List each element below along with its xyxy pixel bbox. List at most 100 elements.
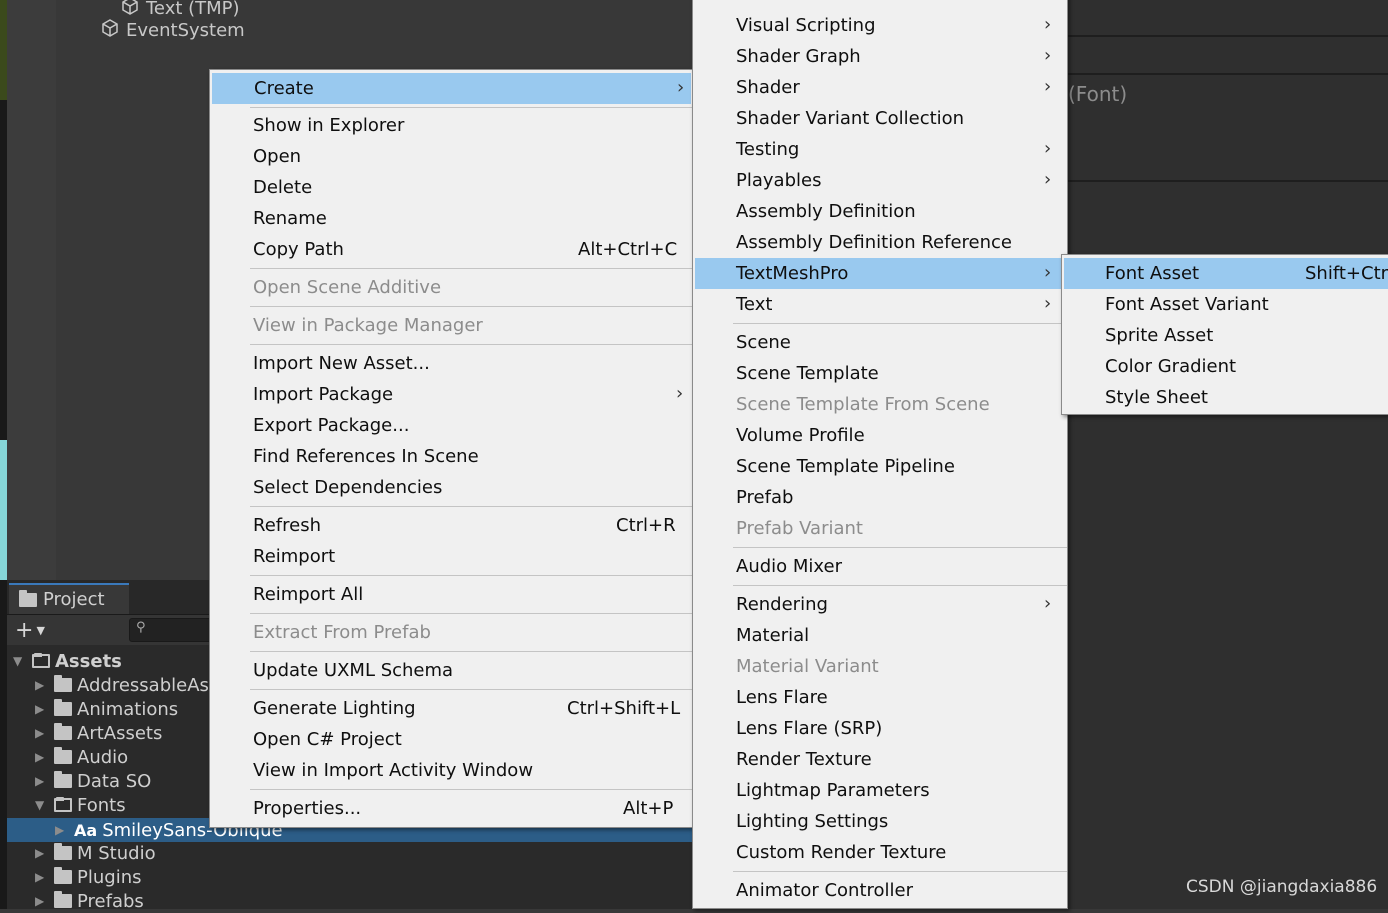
tab-label: Project bbox=[43, 589, 105, 610]
chevron-right-icon: › bbox=[1044, 293, 1052, 314]
menu-item-scene-template[interactable]: Scene Template bbox=[693, 358, 1067, 389]
menu-item-create[interactable]: Create › bbox=[212, 73, 691, 104]
hierarchy-item[interactable]: EventSystem bbox=[100, 18, 245, 43]
menu-item-label: Visual Scripting bbox=[736, 15, 876, 36]
menu-item-shader-variant-collection[interactable]: Shader Variant Collection bbox=[693, 103, 1067, 134]
expand-arrow-icon[interactable]: ▶ bbox=[55, 823, 69, 837]
tree-item[interactable]: ▶ Plugins bbox=[35, 865, 141, 889]
menu-item-label: Animator Controller bbox=[736, 880, 914, 901]
menu-item-rendering[interactable]: Rendering › bbox=[693, 589, 1067, 620]
menu-item-volume-profile[interactable]: Volume Profile bbox=[693, 420, 1067, 451]
add-asset-button[interactable]: + ▼ bbox=[15, 617, 55, 643]
menu-item-style-sheet[interactable]: Style Sheet bbox=[1062, 382, 1388, 413]
inspector-divider bbox=[1067, 73, 1388, 75]
menu-item-view-import-activity[interactable]: View in Import Activity Window bbox=[210, 755, 692, 786]
menu-item-font-asset-variant[interactable]: Font Asset Variant bbox=[1062, 289, 1388, 320]
menu-item-lens-flare-srp[interactable]: Lens Flare (SRP) bbox=[693, 713, 1067, 744]
menu-item-playables[interactable]: Playables › bbox=[693, 165, 1067, 196]
menu-item-rename[interactable]: Rename bbox=[210, 203, 692, 234]
tree-item[interactable]: ▶ Animations bbox=[35, 697, 178, 721]
menu-item-label: Material Variant bbox=[736, 656, 879, 677]
menu-item-shortcut: Alt+P bbox=[623, 798, 674, 819]
expand-arrow-icon[interactable]: ▶ bbox=[35, 726, 49, 740]
hierarchy-item-label: Text (TMP) bbox=[146, 0, 240, 19]
menu-separator bbox=[250, 344, 692, 345]
menu-item-prefab[interactable]: Prefab bbox=[693, 482, 1067, 513]
menu-item-assembly-definition-reference[interactable]: Assembly Definition Reference bbox=[693, 227, 1067, 258]
menu-item-label: Open bbox=[253, 146, 302, 167]
menu-item-label: Lighting Settings bbox=[736, 811, 889, 832]
menu-item-lightmap-parameters[interactable]: Lightmap Parameters bbox=[693, 775, 1067, 806]
menu-item-assembly-definition[interactable]: Assembly Definition bbox=[693, 196, 1067, 227]
menu-item-sprite-asset[interactable]: Sprite Asset bbox=[1062, 320, 1388, 351]
tab-project[interactable]: Project bbox=[9, 583, 129, 614]
menu-item-text[interactable]: Text › bbox=[693, 289, 1067, 320]
expand-arrow-icon[interactable]: ▶ bbox=[35, 750, 49, 764]
menu-separator bbox=[250, 613, 692, 614]
menu-separator bbox=[250, 575, 692, 576]
tree-item[interactable]: ▶ M Studio bbox=[35, 841, 156, 865]
menu-item-copy-path[interactable]: Copy Path Alt+Ctrl+C bbox=[210, 234, 692, 265]
menu-item-label: Render Texture bbox=[736, 749, 872, 770]
menu-item-scene[interactable]: Scene bbox=[693, 327, 1067, 358]
menu-item-color-gradient[interactable]: Color Gradient bbox=[1062, 351, 1388, 382]
plus-icon: + bbox=[15, 617, 34, 643]
menu-item-update-uxml[interactable]: Update UXML Schema bbox=[210, 655, 692, 686]
expand-arrow-icon[interactable]: ▶ bbox=[35, 846, 49, 860]
menu-item-shader-graph[interactable]: Shader Graph › bbox=[693, 41, 1067, 72]
menu-item-label: Copy Path bbox=[253, 239, 344, 260]
menu-item-reimport-all[interactable]: Reimport All bbox=[210, 579, 692, 610]
tree-item[interactable]: ▶ AddressableAs bbox=[35, 673, 209, 697]
menu-item-open-scene-additive: Open Scene Additive bbox=[210, 272, 692, 303]
menu-item-reimport[interactable]: Reimport bbox=[210, 541, 692, 572]
expand-arrow-icon[interactable]: ▶ bbox=[35, 678, 49, 692]
expand-arrow-icon[interactable]: ▶ bbox=[35, 894, 49, 908]
menu-item-select-dependencies[interactable]: Select Dependencies bbox=[210, 472, 692, 503]
menu-item-audio-mixer[interactable]: Audio Mixer bbox=[693, 551, 1067, 582]
tree-item[interactable]: ▶ Data SO bbox=[35, 769, 151, 793]
menu-item-testing[interactable]: Testing › bbox=[693, 134, 1067, 165]
expand-arrow-icon[interactable]: ▶ bbox=[35, 702, 49, 716]
tree-item[interactable]: ▶ Audio bbox=[35, 745, 128, 769]
menu-item-label: Open C# Project bbox=[253, 729, 402, 750]
menu-item-scene-template-pipeline[interactable]: Scene Template Pipeline bbox=[693, 451, 1067, 482]
expand-arrow-icon[interactable]: ▼ bbox=[35, 798, 49, 812]
tree-item[interactable]: ▶ Prefabs bbox=[35, 889, 144, 913]
menu-item-animator-controller[interactable]: Animator Controller bbox=[693, 875, 1067, 906]
folder-open-icon bbox=[32, 653, 50, 668]
menu-item-visual-scripting[interactable]: Visual Scripting › bbox=[693, 10, 1067, 41]
menu-item-delete[interactable]: Delete bbox=[210, 172, 692, 203]
menu-item-label: View in Import Activity Window bbox=[253, 760, 534, 781]
menu-item-lighting-settings[interactable]: Lighting Settings bbox=[693, 806, 1067, 837]
menu-item-generate-lighting[interactable]: Generate Lighting Ctrl+Shift+L bbox=[210, 693, 692, 724]
menu-item-open[interactable]: Open bbox=[210, 141, 692, 172]
menu-item-export-package[interactable]: Export Package... bbox=[210, 410, 692, 441]
expand-arrow-icon[interactable]: ▶ bbox=[35, 774, 49, 788]
tree-item-fonts[interactable]: ▼ Fonts bbox=[35, 793, 126, 817]
menu-item-import-new-asset[interactable]: Import New Asset... bbox=[210, 348, 692, 379]
chevron-right-icon: › bbox=[1044, 262, 1052, 283]
menu-item-refresh[interactable]: Refresh Ctrl+R bbox=[210, 510, 692, 541]
menu-item-material[interactable]: Material bbox=[693, 620, 1067, 651]
menu-item-import-package[interactable]: Import Package › bbox=[210, 379, 692, 410]
menu-item-find-references[interactable]: Find References In Scene bbox=[210, 441, 692, 472]
menu-item-shader[interactable]: Shader › bbox=[693, 72, 1067, 103]
menu-item-label: Find References In Scene bbox=[253, 446, 479, 467]
tree-item[interactable]: ▶ ArtAssets bbox=[35, 721, 162, 745]
menu-item-show-in-explorer[interactable]: Show in Explorer bbox=[210, 110, 692, 141]
menu-item-properties[interactable]: Properties... Alt+P bbox=[210, 793, 692, 824]
menu-item-custom-render-texture[interactable]: Custom Render Texture bbox=[693, 837, 1067, 868]
menu-item-scene-template-from-scene: Scene Template From Scene bbox=[693, 389, 1067, 420]
tree-item-label: ArtAssets bbox=[77, 722, 163, 744]
menu-item-font-asset[interactable]: Font Asset Shift+Ctrl bbox=[1064, 258, 1388, 289]
expand-arrow-icon[interactable]: ▼ bbox=[13, 654, 27, 668]
tree-item-assets[interactable]: ▼ Assets bbox=[13, 649, 122, 673]
folder-open-icon bbox=[54, 797, 72, 812]
expand-arrow-icon[interactable]: ▶ bbox=[35, 870, 49, 884]
menu-separator bbox=[250, 651, 692, 652]
menu-item-render-texture[interactable]: Render Texture bbox=[693, 744, 1067, 775]
menu-item-open-csharp-project[interactable]: Open C# Project bbox=[210, 724, 692, 755]
menu-item-textmeshpro[interactable]: TextMeshPro › bbox=[695, 258, 1065, 289]
context-menu: Create › Show in Explorer Open Delete Re… bbox=[209, 69, 693, 828]
menu-item-lens-flare[interactable]: Lens Flare bbox=[693, 682, 1067, 713]
